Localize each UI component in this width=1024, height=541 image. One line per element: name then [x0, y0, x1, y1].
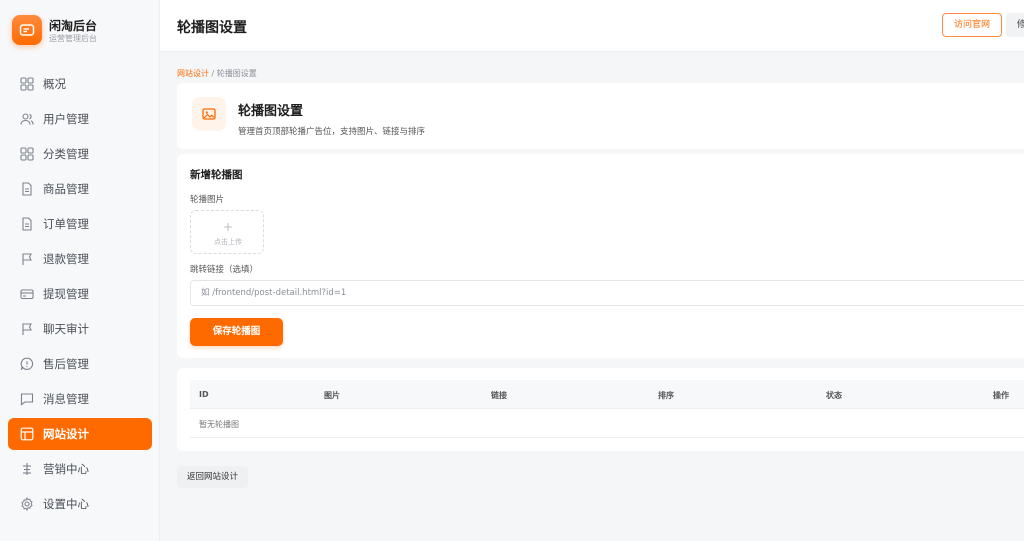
sidebar-item-site-design[interactable]: 网站设计 [8, 418, 152, 450]
sidebar-item-withdrawals[interactable]: 提现管理 [8, 278, 152, 310]
sidebar: 闲淘后台 运营管理后台 概况 用户管理 分类管理 商品管理 订单管理 退款管理 … [0, 0, 160, 541]
link-input[interactable] [190, 280, 1024, 306]
sidebar-item-label: 营销中心 [43, 462, 89, 476]
banner-table: ID 图片 链接 排序 状态 操作 暂无轮播图 [177, 368, 1024, 451]
sidebar-item-users[interactable]: 用户管理 [8, 103, 152, 135]
sidebar-item-orders[interactable]: 订单管理 [8, 208, 152, 240]
sidebar-item-products[interactable]: 商品管理 [8, 173, 152, 205]
sidebar-item-label: 分类管理 [43, 147, 89, 161]
save-banner-button[interactable]: 保存轮播图 [190, 318, 283, 346]
sidebar-item-after-sales[interactable]: 售后管理 [8, 348, 152, 380]
sidebar-item-label: 概况 [43, 77, 66, 91]
sidebar-item-label: 商品管理 [43, 182, 89, 196]
sidebar-item-label: 售后管理 [43, 357, 89, 371]
dashboard-grid-icon [20, 77, 34, 91]
form-title: 新增轮播图 [190, 169, 243, 181]
page-title: 轮播图设置 [177, 20, 247, 36]
breadcrumb-separator: / [209, 69, 217, 78]
back-to-site-design-button[interactable]: 返回网站设计 [177, 466, 249, 488]
sidebar-item-label: 网站设计 [43, 427, 89, 441]
header-extra-button[interactable]: 修 [1006, 13, 1024, 37]
intro-description: 管理首页顶部轮播广告位，支持图片、链接与排序 [238, 127, 426, 137]
column-sort: 排序 [658, 391, 674, 400]
sidebar-item-categories[interactable]: 分类管理 [8, 138, 152, 170]
marketing-icon [23, 463, 31, 475]
flag-icon [22, 323, 32, 335]
gear-icon [21, 497, 33, 511]
sidebar-item-label: 设置中心 [43, 497, 89, 511]
table-header: ID 图片 链接 排序 状态 操作 [190, 380, 1024, 409]
plus-icon: + [222, 220, 234, 234]
brand[interactable]: 闲淘后台 运营管理后台 [12, 15, 152, 47]
column-status: 状态 [826, 391, 842, 400]
sidebar-item-label: 退款管理 [43, 252, 89, 266]
sidebar-nav: 概况 用户管理 分类管理 商品管理 订单管理 退款管理 提现管理 聊天审计 售后… [8, 68, 152, 523]
layout-icon [20, 427, 34, 441]
sidebar-item-chat-audit[interactable]: 聊天审计 [8, 313, 152, 345]
link-field-label: 跳转链接（选填） [190, 265, 259, 275]
document-icon [22, 217, 32, 231]
breadcrumb: 网站设计 / 轮播图设置 [177, 68, 257, 79]
visit-site-button[interactable]: 访问官网 [942, 13, 1003, 37]
brand-title: 闲淘后台 [49, 19, 98, 33]
column-actions: 操作 [993, 391, 1009, 400]
sidebar-item-marketing[interactable]: 营销中心 [8, 453, 152, 485]
brand-subtitle: 运营管理后台 [49, 34, 97, 43]
intro-title: 轮播图设置 [238, 104, 304, 119]
sidebar-item-label: 提现管理 [43, 287, 89, 301]
flag-icon [22, 253, 32, 265]
column-link: 链接 [491, 391, 507, 400]
chat-icon [20, 393, 34, 406]
column-id: ID [199, 390, 209, 399]
sidebar-item-label: 订单管理 [43, 217, 89, 231]
image-field-label: 轮播图片 [190, 195, 225, 205]
users-icon [20, 113, 34, 125]
card-icon [20, 289, 34, 300]
sidebar-item-label: 用户管理 [43, 112, 89, 126]
app-root: 闲淘后台 运营管理后台 概况 用户管理 分类管理 商品管理 订单管理 退款管理 … [0, 0, 1024, 541]
sidebar-item-refunds[interactable]: 退款管理 [8, 243, 152, 275]
top-header: 轮播图设置 访问官网 修 [160, 0, 1024, 52]
add-banner-form: 新增轮播图 轮播图片 + 点击上传 跳转链接（选填） 保存轮播图 [177, 154, 1024, 358]
document-icon [22, 182, 32, 196]
table-row: 暂无轮播图 [190, 409, 1024, 438]
empty-state-text: 暂无轮播图 [199, 420, 239, 429]
column-image: 图片 [324, 391, 340, 400]
breadcrumb-current: 轮播图设置 [216, 69, 257, 78]
sidebar-item-overview[interactable]: 概况 [8, 68, 152, 100]
breadcrumb-link-site-design[interactable]: 网站设计 [177, 69, 209, 78]
category-grid-icon [20, 147, 34, 161]
message-alert-icon [20, 357, 34, 371]
wallet-icon [12, 15, 42, 45]
intro-card: 轮播图设置 管理首页顶部轮播广告位，支持图片、链接与排序 [177, 83, 1024, 149]
image-upload[interactable]: + 点击上传 [190, 210, 264, 254]
sidebar-item-label: 聊天审计 [43, 322, 89, 336]
sidebar-item-settings[interactable]: 设置中心 [8, 488, 152, 520]
image-icon [192, 97, 226, 131]
sidebar-item-label: 消息管理 [43, 392, 89, 406]
sidebar-item-messages[interactable]: 消息管理 [8, 383, 152, 415]
upload-hint: 点击上传 [214, 238, 242, 246]
